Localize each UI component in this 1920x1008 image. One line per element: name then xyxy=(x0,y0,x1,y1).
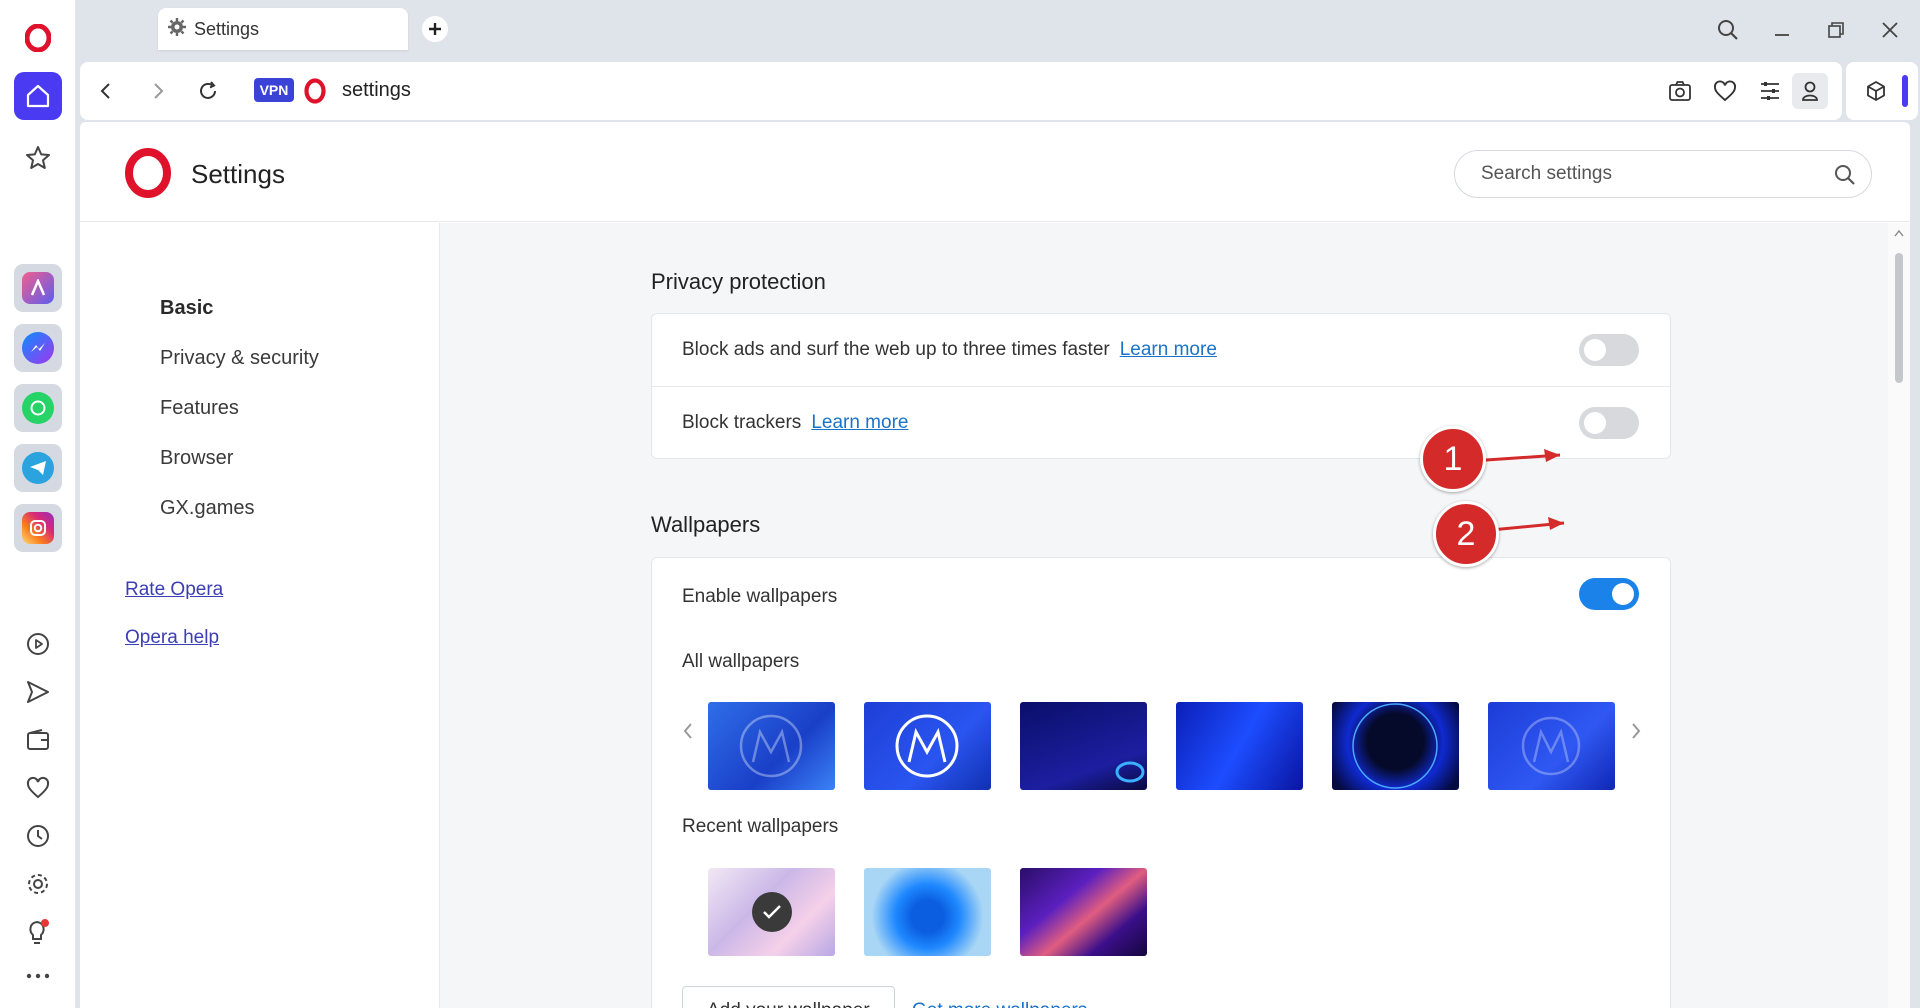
whatsapp-icon[interactable] xyxy=(14,384,62,432)
nav-item-basic[interactable]: Basic xyxy=(160,297,213,320)
tab-search-icon[interactable] xyxy=(1712,14,1744,46)
gear-icon xyxy=(168,17,186,41)
snapshot-icon[interactable] xyxy=(1664,75,1696,107)
extensions-panel xyxy=(1846,62,1918,120)
minimize-button[interactable] xyxy=(1766,14,1798,46)
settings-content: Privacy protection Block ads and surf th… xyxy=(440,223,1890,1008)
tab-title: Settings xyxy=(194,18,260,39)
home-icon[interactable] xyxy=(14,72,62,120)
opera-help-link[interactable]: Opera help xyxy=(125,627,219,649)
tab-settings[interactable]: Settings xyxy=(158,8,408,50)
opera-logo-icon xyxy=(124,148,172,203)
opera-logo-icon[interactable] xyxy=(14,14,62,62)
send-icon[interactable] xyxy=(14,668,62,716)
annotation-arrows xyxy=(1456,449,1565,534)
gear-icon[interactable] xyxy=(14,860,62,908)
settings-page: Settings Basic Privacy & security Featur… xyxy=(80,122,1910,1008)
settings-nav: Basic Privacy & security Features Browse… xyxy=(80,223,440,1008)
page-title: Settings xyxy=(191,159,285,189)
extensions-cube-icon[interactable] xyxy=(1860,75,1892,107)
nav-item-gx-games[interactable]: GX.games xyxy=(160,497,254,520)
vpn-badge[interactable]: VPN xyxy=(254,78,294,102)
back-button[interactable] xyxy=(90,75,122,107)
new-tab-button[interactable] xyxy=(422,16,448,42)
history-icon[interactable] xyxy=(14,812,62,860)
restore-button[interactable] xyxy=(1820,14,1852,46)
bookmark-heart-icon[interactable] xyxy=(1709,75,1741,107)
search-settings-box[interactable] xyxy=(1454,150,1872,198)
address-bar: VPN settings xyxy=(80,62,1842,120)
nav-item-browser[interactable]: Browser xyxy=(160,447,233,470)
player-icon[interactable] xyxy=(14,620,62,668)
easy-setup-icon[interactable] xyxy=(1754,75,1786,107)
rate-opera-link[interactable]: Rate Opera xyxy=(125,579,223,601)
sidebar xyxy=(0,0,76,1008)
annotation-marker-2: 2 xyxy=(1433,501,1499,567)
opera-site-icon xyxy=(304,78,326,109)
sidebar-accent-bar xyxy=(1902,75,1908,107)
nav-item-features[interactable]: Features xyxy=(160,397,239,420)
heart-icon[interactable] xyxy=(14,764,62,812)
messenger-icon[interactable] xyxy=(14,324,62,372)
url-text[interactable]: settings xyxy=(342,79,411,102)
reload-button[interactable] xyxy=(192,75,224,107)
page-scrollbar[interactable] xyxy=(1888,223,1910,1008)
instagram-icon[interactable] xyxy=(14,504,62,552)
forward-button[interactable] xyxy=(142,75,174,107)
close-window-button[interactable] xyxy=(1874,14,1906,46)
scroll-up-arrow-icon[interactable] xyxy=(1894,229,1904,237)
telegram-icon[interactable] xyxy=(14,444,62,492)
tab-strip: Settings xyxy=(76,0,1920,60)
more-icon[interactable] xyxy=(14,952,62,1000)
search-icon[interactable] xyxy=(1833,163,1857,192)
aria-icon[interactable] xyxy=(14,264,62,312)
annotation-marker-1: 1 xyxy=(1420,426,1486,492)
page-header: Settings xyxy=(80,122,1910,222)
nav-item-privacy-security[interactable]: Privacy & security xyxy=(160,347,319,370)
search-input[interactable] xyxy=(1481,163,1811,185)
scroll-thumb[interactable] xyxy=(1895,253,1903,383)
wallet-icon[interactable] xyxy=(14,716,62,764)
profile-icon[interactable] xyxy=(1792,73,1828,109)
star-icon[interactable] xyxy=(14,134,62,182)
lightbulb-icon[interactable] xyxy=(14,908,62,956)
